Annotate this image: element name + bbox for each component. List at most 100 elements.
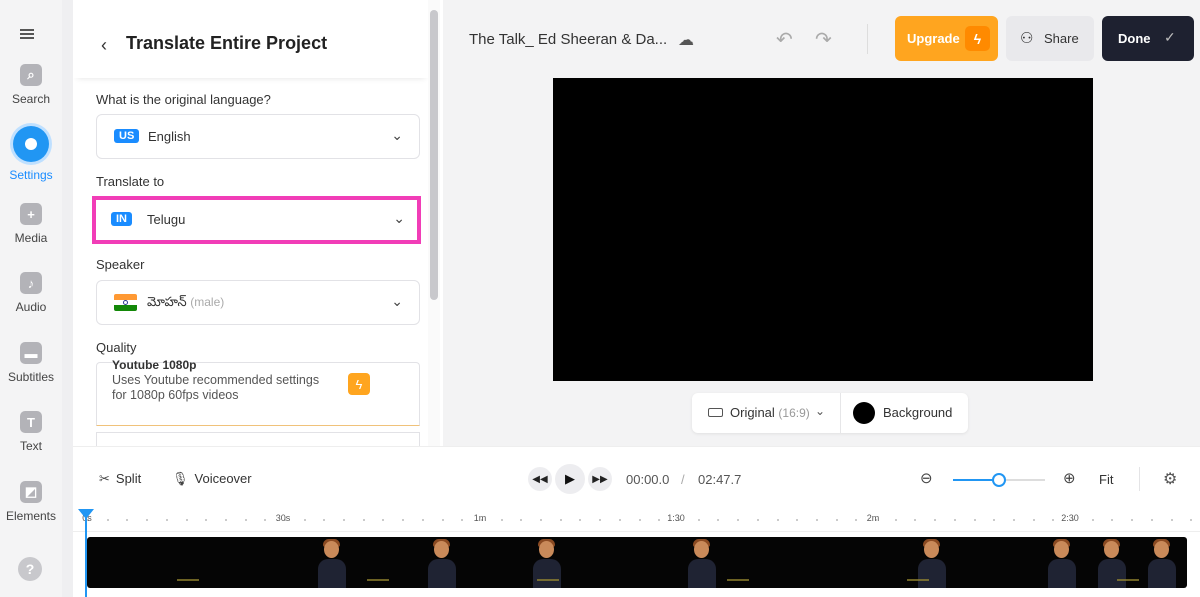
thumbnail-head: [324, 541, 339, 558]
ruler-tick: [993, 519, 995, 521]
sidebar-item-label: Settings: [9, 168, 53, 182]
aspect-ratio-select[interactable]: Original (16:9): [730, 405, 810, 420]
settings-dot: [25, 138, 37, 150]
split-button[interactable]: ✂ Split: [99, 471, 141, 487]
thumbnail-body: [1048, 559, 1076, 588]
sidebar-item-text[interactable]: T Text: [0, 411, 62, 453]
ruler-tick: [146, 519, 148, 521]
panel-scrollbar[interactable]: [430, 10, 438, 300]
sidebar-item-media[interactable]: + Media: [0, 203, 62, 245]
play-icon[interactable]: ▶: [555, 464, 585, 494]
ruler-tick: [599, 519, 601, 521]
sidebar-item-label: Elements: [5, 509, 57, 523]
ruler-tick: [422, 519, 424, 521]
panel-header: ‹ Translate Entire Project: [73, 8, 429, 78]
quality-option-title: Youtube 1080p: [112, 358, 197, 372]
ruler-tick: [205, 519, 207, 521]
zoom-slider-handle[interactable]: [992, 473, 1006, 487]
thumbnail-caption: [177, 579, 199, 581]
ruler-tick: [1131, 519, 1133, 521]
ruler-tick: [520, 519, 522, 521]
project-title[interactable]: The Talk_ Ed Sheeran & Da...: [469, 31, 667, 48]
lightning-bolt-icon: ϟ: [965, 26, 990, 51]
clip-thumbnail-person: [687, 537, 717, 588]
playhead-handle[interactable]: [78, 509, 94, 519]
thumbnail-body: [428, 559, 456, 588]
zoom-out-icon[interactable]: ⊖: [920, 469, 933, 487]
thumbnail-body: [1148, 559, 1176, 588]
ruler-tick: [1033, 519, 1035, 521]
clip-thumbnail-person: [1047, 537, 1077, 588]
ruler-tick: [166, 519, 168, 521]
sidebar-item-search[interactable]: ⌕ Search: [0, 64, 62, 106]
subtitles-icon: ▬: [20, 342, 42, 364]
audio-icon: ♪: [20, 272, 42, 294]
ruler-tick: [245, 519, 247, 521]
done-button[interactable]: Done ✓: [1102, 16, 1194, 61]
sidebar-item-audio[interactable]: ♪ Audio: [0, 272, 62, 314]
sidebar-item-subtitles[interactable]: ▬ Subtitles: [0, 342, 62, 384]
thumbnail-head: [694, 541, 709, 558]
ruler-tick: [974, 519, 976, 521]
ruler-tick: [323, 519, 325, 521]
redo-icon[interactable]: ↷: [815, 27, 832, 52]
add-person-icon: ⚇: [1020, 30, 1034, 47]
ruler-tick: [737, 519, 739, 521]
upgrade-button[interactable]: Upgrade ϟ: [895, 16, 998, 61]
ruler-tick: [658, 519, 660, 521]
back-chevron-icon[interactable]: ‹: [101, 35, 107, 56]
sidebar-item-settings[interactable]: Settings: [0, 126, 62, 182]
ruler-tick: [816, 519, 818, 521]
timeline-ruler[interactable]: 0s 30s 1m 1:30 2m 2:30: [73, 508, 1200, 532]
quality-option-next[interactable]: [96, 432, 420, 446]
translate-to-label: Translate to: [96, 174, 165, 189]
gear-icon[interactable]: ⚙: [1163, 469, 1177, 489]
translate-to-select[interactable]: IN Telugu ⌄: [92, 196, 421, 244]
ruler-label: 1m: [473, 513, 487, 523]
aspect-ratio-value: (16:9): [778, 406, 810, 420]
rewind-icon[interactable]: ◀◀: [528, 467, 552, 491]
share-button[interactable]: ⚇ Share: [1006, 16, 1094, 61]
thumbnail-caption: [537, 579, 559, 581]
timeline-controls: ✂ Split 🎙︎ Voiceover ◀◀ ▶ ▶▶ 00:00.0 / 02:…: [73, 446, 1200, 508]
elements-icon: ◩: [20, 481, 42, 503]
fast-forward-icon[interactable]: ▶▶: [588, 467, 612, 491]
thumbnail-head: [539, 541, 554, 558]
ruler-tick: [1052, 519, 1054, 521]
ruler-tick: [954, 519, 956, 521]
hamburger-menu-icon[interactable]: [20, 27, 40, 43]
background-button[interactable]: Background: [883, 405, 952, 420]
background-color-swatch[interactable]: [853, 402, 875, 424]
sidebar-item-label: Subtitles: [7, 370, 55, 384]
ruler-label: 2m: [866, 513, 880, 523]
undo-icon[interactable]: ↶: [776, 27, 793, 52]
original-language-select[interactable]: US English ⌄: [96, 114, 420, 159]
ruler-tick: [186, 519, 188, 521]
video-clip-track[interactable]: [87, 537, 1187, 588]
thumbnail-body: [1098, 559, 1126, 588]
thumbnail-caption: [1117, 579, 1139, 581]
settings-icon: [13, 126, 49, 162]
speaker-gender: (male): [190, 295, 225, 309]
playhead[interactable]: [85, 510, 87, 597]
checkmark-icon: ✓: [1164, 29, 1176, 45]
speaker-select[interactable]: మోహన్ (male) ⌄: [96, 280, 420, 325]
sidebar-item-elements[interactable]: ◩ Elements: [0, 481, 62, 523]
zoom-in-icon[interactable]: ⊕: [1063, 469, 1076, 487]
split-label: Split: [115, 471, 142, 486]
thumbnail-body: [533, 559, 561, 588]
sidebar-item-label: Text: [19, 439, 42, 453]
quality-option-youtube-1080p[interactable]: Youtube 1080p Uses Youtube recommended s…: [96, 358, 420, 426]
india-flag-icon: [114, 294, 137, 311]
rail-divider: [62, 0, 73, 597]
speaker-name: మోహన్: [147, 294, 187, 309]
fit-button[interactable]: Fit: [1099, 472, 1113, 487]
done-label: Done: [1118, 31, 1151, 46]
thumbnail-head: [924, 541, 939, 558]
ruler-tick: [619, 519, 621, 521]
voiceover-button[interactable]: 🎙︎ Voiceover: [172, 471, 252, 487]
canvas-options-bar: Original (16:9) ⌄ Background: [692, 393, 968, 433]
ruler-tick: [126, 519, 128, 521]
help-icon[interactable]: ?: [18, 557, 42, 581]
video-preview[interactable]: [553, 78, 1093, 381]
